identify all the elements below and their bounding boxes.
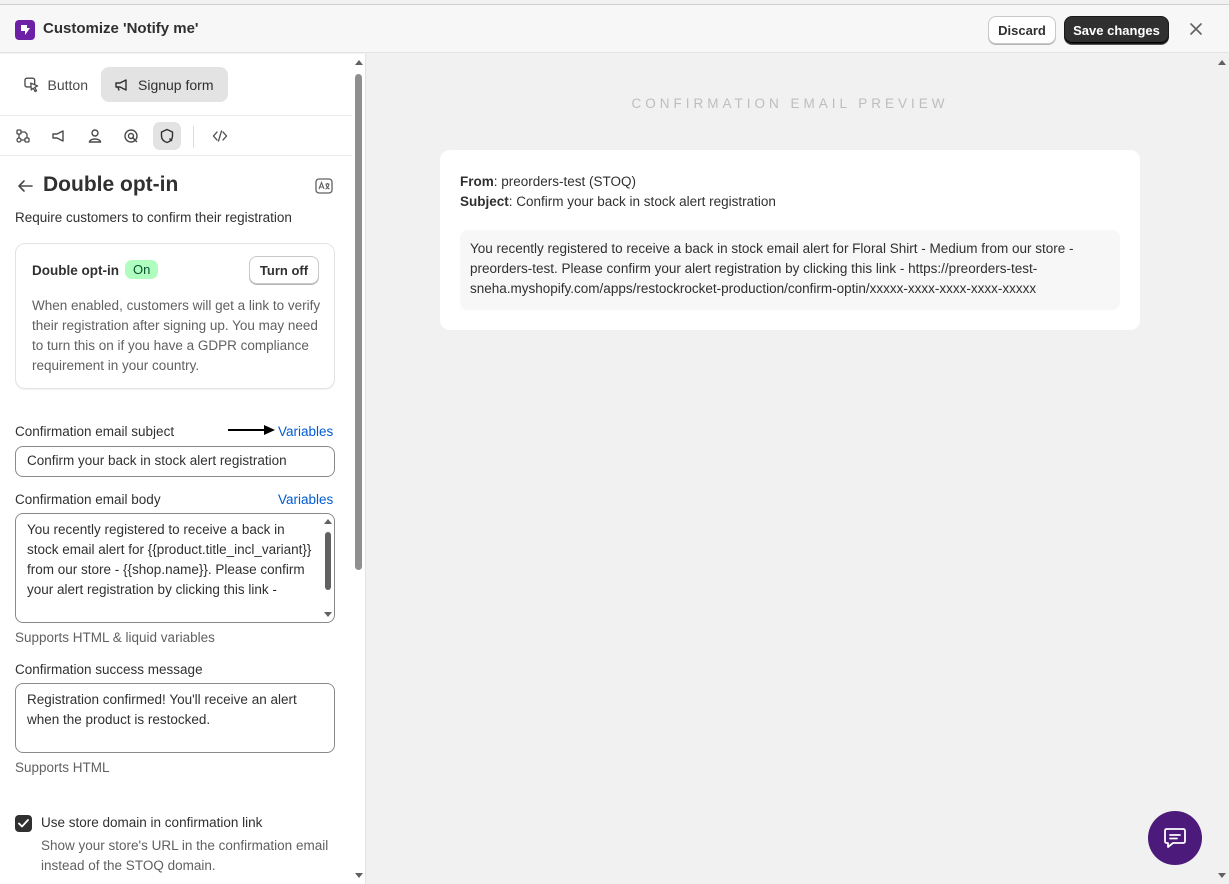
shield-icon [160, 128, 174, 144]
megaphone-icon [115, 78, 127, 91]
scrollbar-thumb[interactable] [355, 74, 362, 570]
textarea-scrollbar[interactable] [323, 518, 333, 618]
tab-bar: Button Signup form [0, 54, 352, 116]
scroll-down-icon[interactable] [1217, 872, 1227, 880]
target-tool-button[interactable] [117, 122, 145, 150]
success-textarea[interactable]: Registration confirmed! You'll receive a… [15, 683, 335, 753]
scroll-up-icon[interactable] [354, 58, 364, 66]
code-tool-button[interactable] [206, 122, 234, 150]
translate-icon[interactable] [315, 178, 333, 198]
email-meta: From: preorders-test (STOQ) Subject: Con… [460, 172, 776, 212]
chat-button[interactable] [1148, 811, 1202, 865]
store-domain-label[interactable]: Use store domain in confirmation link [41, 815, 262, 830]
email-preview-card: From: preorders-test (STOQ) Subject: Con… [440, 150, 1140, 330]
arrow-annotation-icon [228, 424, 276, 439]
success-label: Confirmation success message [15, 662, 203, 677]
toolbar-divider [193, 126, 194, 148]
page-title: Customize 'Notify me' [43, 20, 199, 37]
preview-title: CONFIRMATION EMAIL PREVIEW [631, 96, 949, 111]
email-from: From: preorders-test (STOQ) [460, 172, 776, 192]
tab-signup-form-label: Signup form [138, 76, 214, 93]
flow-tool-button[interactable] [9, 122, 37, 150]
cursor-click-icon [24, 77, 39, 92]
person-icon [88, 129, 102, 143]
preview-scrollbar[interactable] [1215, 54, 1229, 884]
tab-button-label: Button [47, 76, 88, 93]
subject-value-preview: : Confirm your back in stock alert regis… [508, 194, 776, 209]
card-title: Double opt-in [32, 263, 119, 278]
email-body-preview: You recently registered to receive a bac… [460, 230, 1120, 310]
tab-signup-form[interactable]: Signup form [101, 67, 228, 102]
person-tool-button[interactable] [81, 122, 109, 150]
double-optin-card: Double opt-in On Turn off When enabled, … [15, 243, 335, 389]
scroll-down-icon[interactable] [354, 872, 364, 880]
close-icon[interactable] [1186, 19, 1206, 39]
tab-button[interactable]: Button [11, 67, 101, 102]
status-badge: On [125, 260, 159, 279]
app-logo-icon [15, 20, 35, 40]
store-domain-description: Show your store's URL in the confirmatio… [41, 838, 329, 873]
section-subtitle: Require customers to confirm their regis… [15, 210, 292, 225]
turn-off-button[interactable]: Turn off [249, 256, 319, 284]
app-window: Customize 'Notify me' Discard Save chang… [0, 4, 1229, 884]
from-value: : preorders-test (STOQ) [493, 174, 637, 189]
save-changes-button[interactable]: Save changes [1064, 16, 1169, 44]
subject-input[interactable]: Confirm your back in stock alert registr… [15, 446, 335, 477]
subject-label: Confirmation email subject [15, 424, 175, 439]
checkmark-icon [18, 819, 29, 828]
body-label: Confirmation email body [15, 492, 161, 507]
discard-button[interactable]: Discard [988, 16, 1056, 44]
back-arrow-icon[interactable] [16, 178, 34, 197]
megaphone-tool-button[interactable] [45, 122, 73, 150]
body-variables-link[interactable]: Variables [278, 492, 333, 507]
subject-label-preview: Subject [460, 194, 509, 209]
shield-tool-button[interactable] [153, 122, 181, 150]
store-domain-checkbox[interactable] [15, 815, 32, 832]
success-help-text: Supports HTML [15, 760, 110, 775]
section-title: Double opt-in [43, 173, 179, 196]
panel-scrollbar[interactable] [352, 54, 365, 884]
body-help-text: Supports HTML & liquid variables [15, 630, 215, 645]
subject-variables-link[interactable]: Variables [278, 424, 333, 439]
email-subject: Subject: Confirm your back in stock aler… [460, 192, 776, 212]
chat-icon [1164, 828, 1186, 848]
from-label: From [460, 174, 494, 189]
card-description: When enabled, customers will get a link … [32, 298, 321, 373]
header-bar: Customize 'Notify me' Discard Save chang… [0, 5, 1229, 53]
settings-panel: Button Signup form Double opt-in Require… [0, 54, 366, 884]
megaphone-icon [52, 130, 64, 142]
scroll-up-icon[interactable] [1217, 58, 1227, 66]
body-textarea-text: You recently registered to receive a bac… [27, 522, 312, 597]
section-toolbar [0, 116, 352, 156]
code-icon [212, 130, 228, 142]
target-icon [124, 129, 138, 143]
flow-icon [16, 129, 30, 143]
body-textarea[interactable]: You recently registered to receive a bac… [15, 513, 335, 623]
